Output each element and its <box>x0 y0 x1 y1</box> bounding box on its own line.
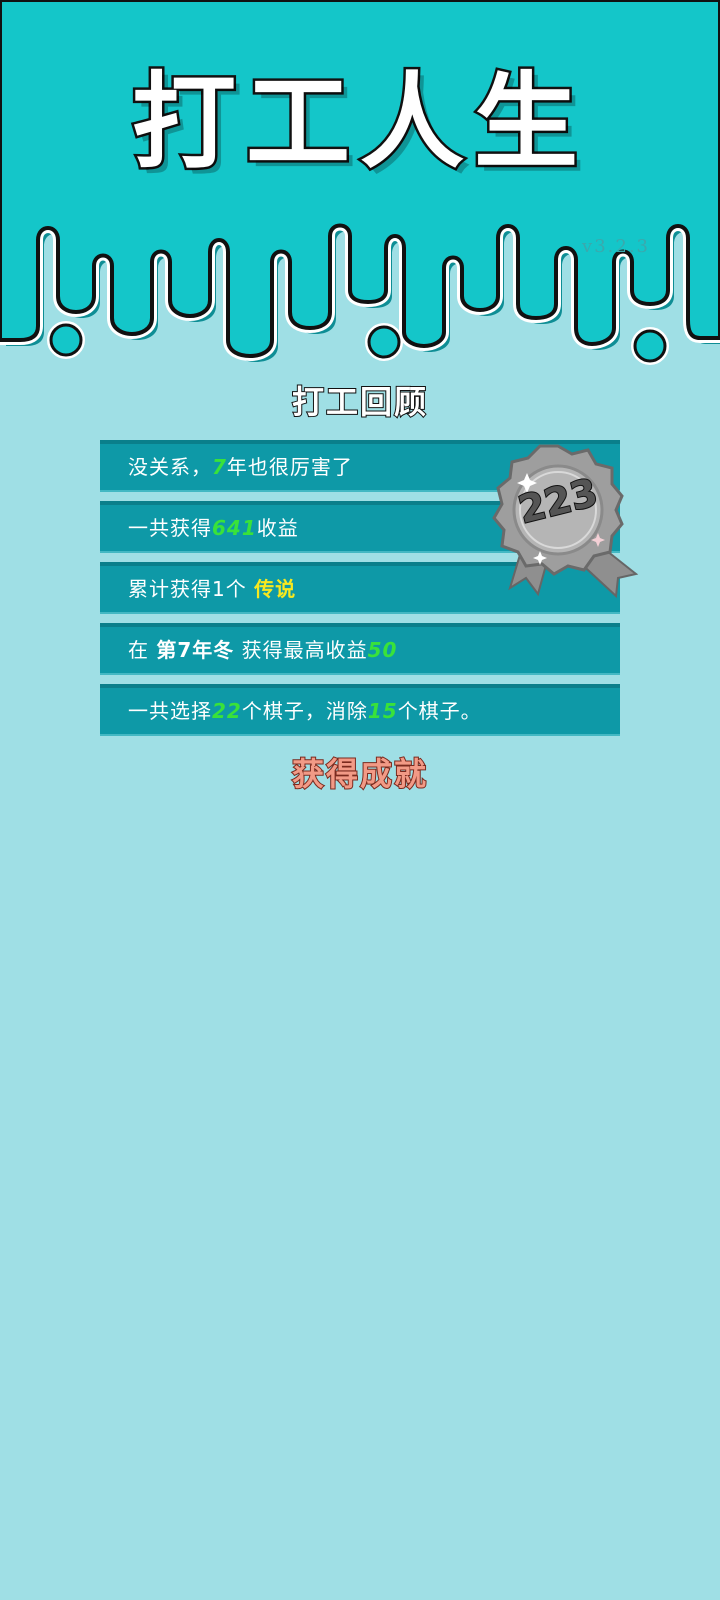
review-row-text: 第7年冬 <box>156 638 235 662</box>
review-row-text: 一共获得 <box>128 516 212 540</box>
achievement-badge: 223 <box>478 440 658 600</box>
review-row-text: 7 <box>212 455 227 479</box>
review-row-text: 个棋子，消除 <box>241 699 368 723</box>
review-row: 一共选择22个棋子，消除15个棋子。 <box>100 684 620 736</box>
review-row-text: 15 <box>367 699 398 723</box>
review-row-text: 22 <box>212 699 242 723</box>
review-row-text: 一共选择 <box>128 699 212 723</box>
review-row-text: 传说 <box>254 577 297 601</box>
app-title: 打工人生 <box>129 61 588 183</box>
version-label: v3.2.3 <box>582 236 650 257</box>
review-row-text: 641 <box>212 516 257 540</box>
review-row-text: 年也很厉害了 <box>226 455 353 479</box>
review-row-text: 50 <box>367 638 398 662</box>
review-row-text: 在 <box>128 638 157 662</box>
review-title: 打工回顾 <box>291 383 428 421</box>
drip-decoration <box>0 0 720 365</box>
review-row: 在 第7年冬 获得最高收益50 <box>100 623 620 675</box>
review-row-text: 没关系， <box>128 455 212 479</box>
review-row-text: 个棋子。 <box>397 699 482 723</box>
header-banner: 打工人生 v3.2.3 <box>0 0 720 380</box>
review-row-text: 收益 <box>256 516 299 540</box>
review-row-text: 累计获得1个 <box>128 577 255 601</box>
review-row-text: 获得最高收益 <box>234 638 368 662</box>
achievement-title: 获得成就 <box>291 755 428 793</box>
